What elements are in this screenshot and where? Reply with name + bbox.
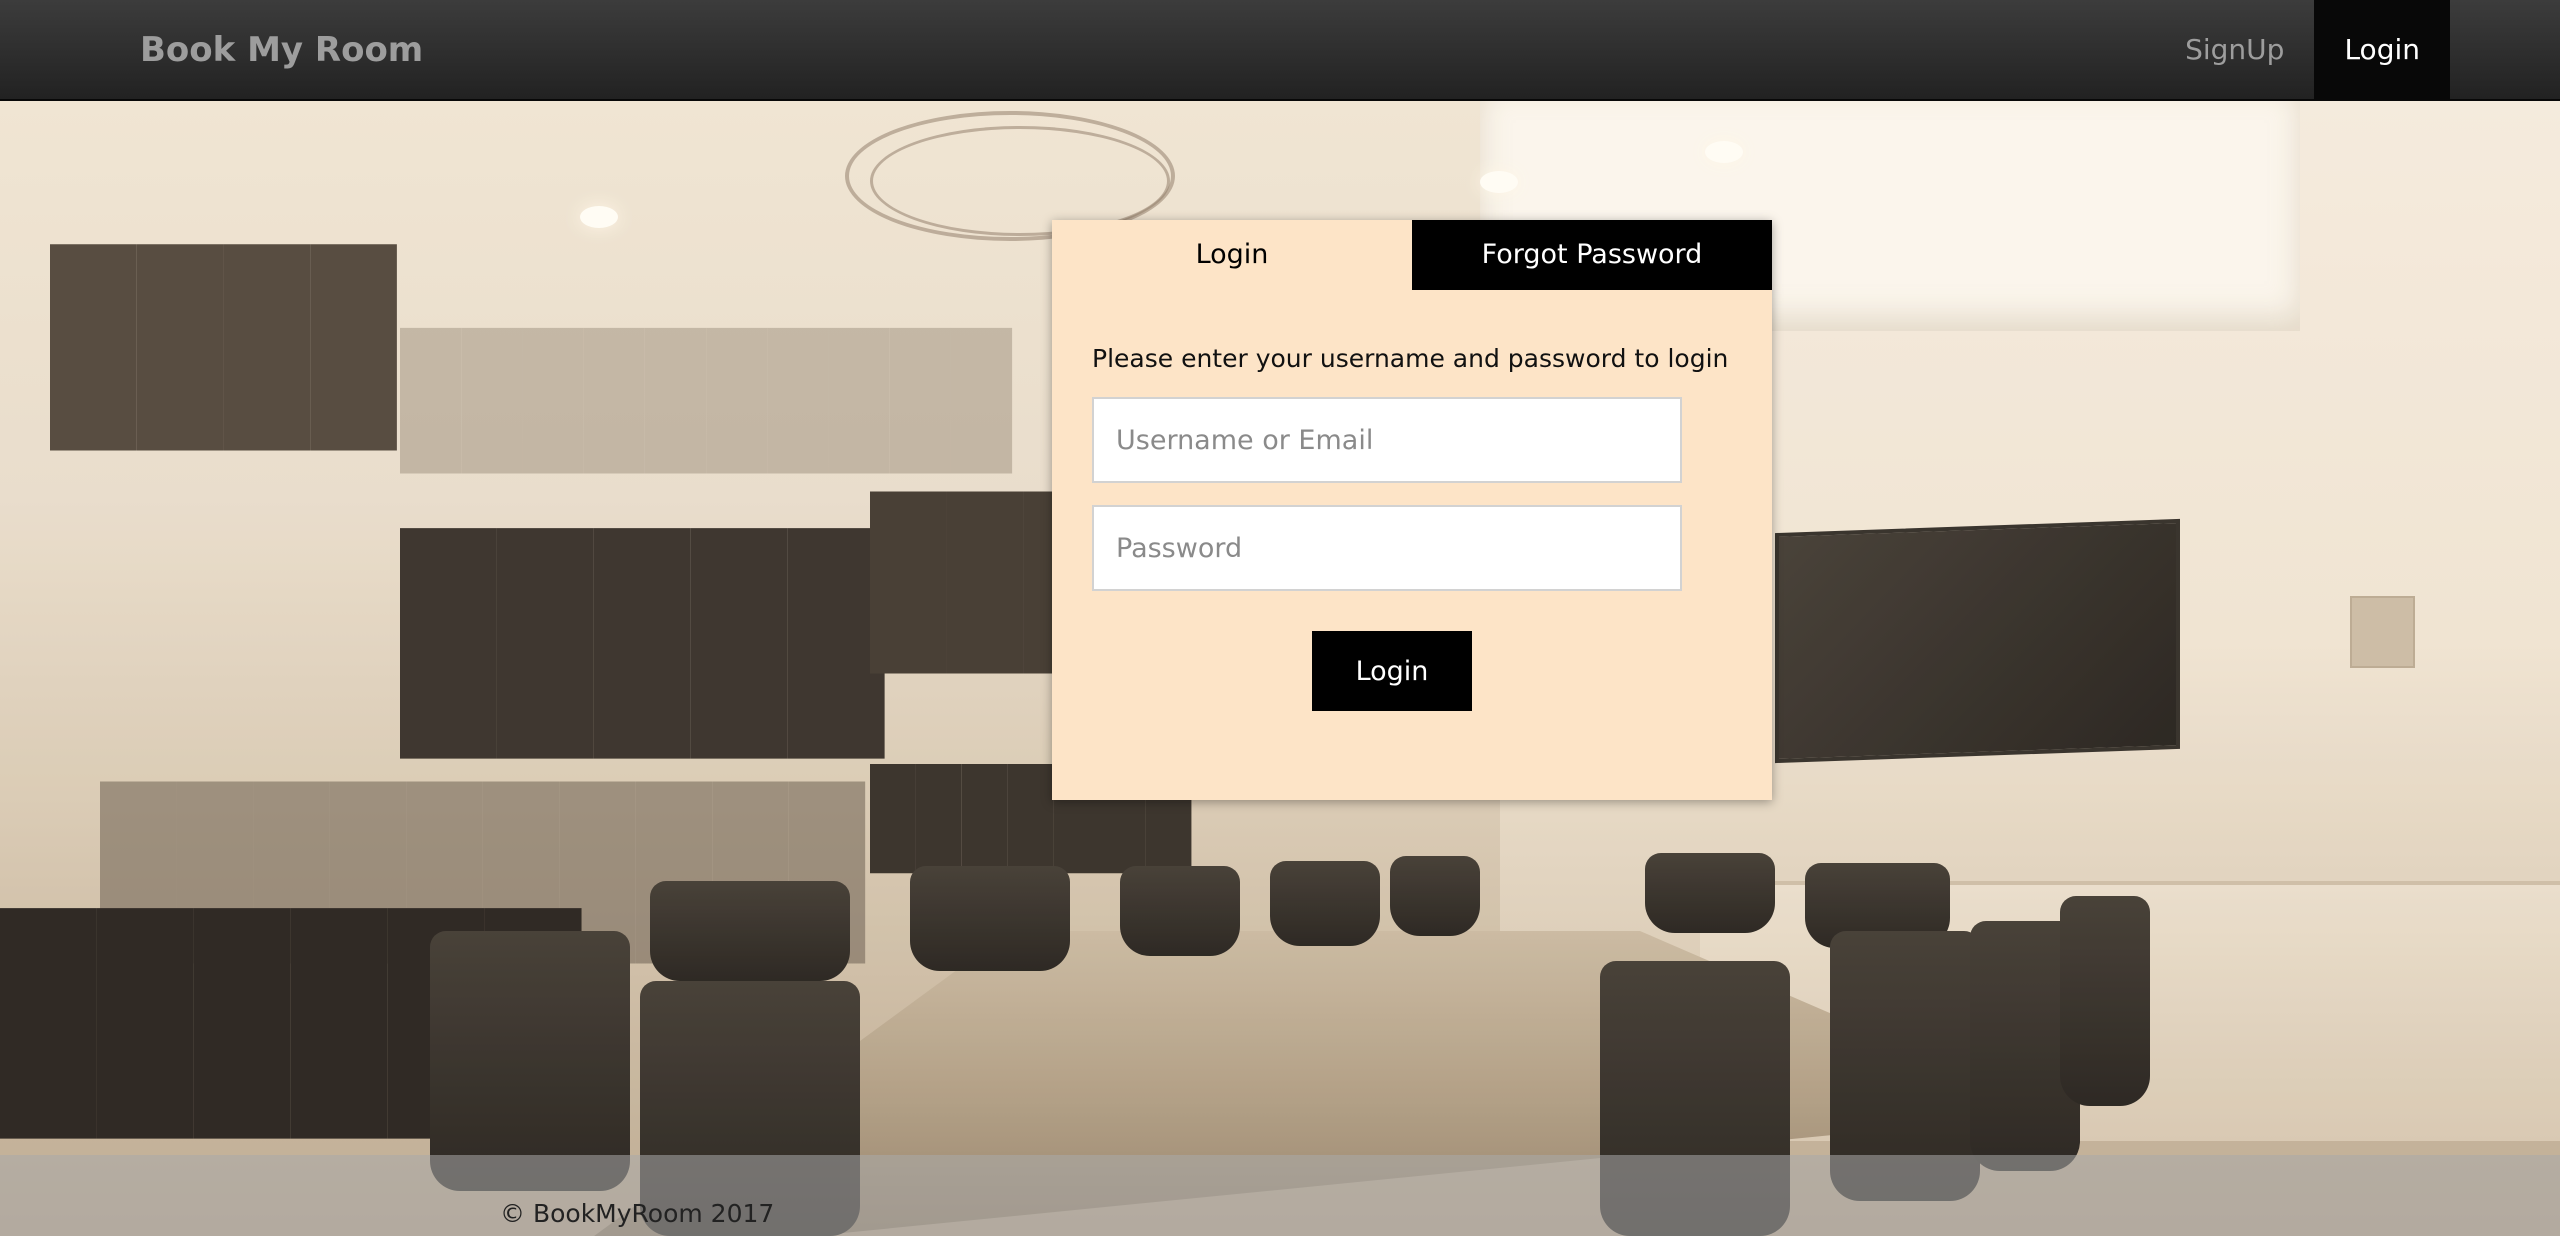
tab-forgot-password[interactable]: Forgot Password <box>1412 220 1772 290</box>
login-submit-button[interactable]: Login <box>1312 631 1472 711</box>
tab-login[interactable]: Login <box>1052 220 1412 290</box>
brand-link[interactable]: Book My Room <box>140 0 423 100</box>
nav-signup-link[interactable]: SignUp <box>2155 0 2314 100</box>
login-tabs: Login Forgot Password <box>1052 220 1772 290</box>
footer-copyright: © BookMyRoom 2017 <box>500 1199 775 1228</box>
password-input[interactable] <box>1092 505 1682 591</box>
login-instructions: Please enter your username and password … <box>1092 344 1729 373</box>
footer: © BookMyRoom 2017 <box>0 1155 2560 1236</box>
navbar: Book My Room SignUp Login <box>0 0 2560 101</box>
login-panel: Login Forgot Password Please enter your … <box>1052 220 1772 800</box>
username-input[interactable] <box>1092 397 1682 483</box>
nav-login-link[interactable]: Login <box>2314 0 2450 100</box>
nav-links: SignUp Login <box>2155 0 2450 100</box>
